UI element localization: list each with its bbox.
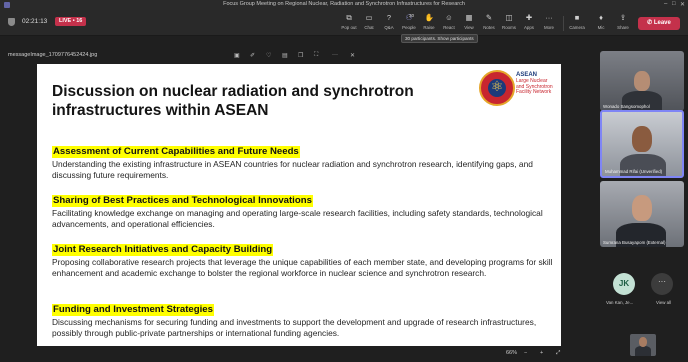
participant-tile-speaking[interactable]: Muhammad Rifai (Unverified) <box>600 110 684 178</box>
section-funding: Funding and Investment Strategies Discus… <box>52 299 557 339</box>
section-body: Facilitating knowledge exchange on manag… <box>52 208 543 230</box>
share-button[interactable]: ⇪ Share <box>612 14 634 34</box>
section-heading: Assessment of Current Capabilities and F… <box>52 146 300 158</box>
pen-icon[interactable]: ✐ <box>250 52 255 59</box>
apps-icon: ✚ <box>525 13 533 22</box>
camera-button[interactable]: ■ Camera <box>566 14 588 34</box>
rooms-icon: ◫ <box>505 13 513 22</box>
raise-hand-icon: ✋ <box>424 13 434 22</box>
minimize-icon[interactable]: – <box>664 1 667 7</box>
window-title: Focus Group Meeting on Regional Nuclear,… <box>223 1 465 7</box>
title-bar: Focus Group Meeting on Regional Nuclear,… <box>0 0 688 10</box>
meeting-control-bar: 02:21:13 LIVE • 16 ⧉ Pop out ▭ Chat ? Q&A ⚇… <box>0 10 688 36</box>
slide-title: Discussion on nuclear radiation and sync… <box>52 83 414 119</box>
qa-icon: ? <box>386 13 392 22</box>
close-icon[interactable]: ✕ <box>680 1 685 8</box>
participant-name: Sumrana Busayapom (External) <box>603 240 666 245</box>
camera-icon: ■ <box>574 13 580 22</box>
chat-icon: ▭ <box>365 13 373 22</box>
mic-icon: ♦ <box>599 13 603 22</box>
react-icon: ☺ <box>445 13 453 22</box>
avatar[interactable]: JK <box>613 273 635 295</box>
screenshot-icon[interactable]: ▣ <box>234 52 240 59</box>
phone-icon: ✆ <box>647 20 653 26</box>
section-capabilities: Assessment of Current Capabilities and F… <box>52 141 557 181</box>
share-header: messageImage_1709776452424.jpg ▣ ✐ ♡ ▤ ❐… <box>0 50 596 62</box>
rooms-button[interactable]: ◫ Rooms <box>498 14 520 34</box>
notes-button[interactable]: ✎ Notes <box>478 14 500 34</box>
more-options-icon[interactable]: ··· <box>332 52 338 58</box>
chat-button[interactable]: ▭ Chat <box>358 14 380 34</box>
section-best-practices: Sharing of Best Practices and Technologi… <box>52 190 557 230</box>
pop-out-icon: ⧉ <box>346 13 352 22</box>
shared-content-stage: messageImage_1709776452424.jpg ▣ ✐ ♡ ▤ ❐… <box>0 45 596 362</box>
live-badge: LIVE • 16 <box>55 17 87 26</box>
view-all-button[interactable]: ··· <box>651 273 673 295</box>
more-icon: ··· <box>545 13 553 22</box>
section-body: Understanding the existing infrastructur… <box>52 159 533 181</box>
participant-name: Muhammad Rifai (Unverified) <box>605 169 663 174</box>
raise-hand-button[interactable]: ✋ Raise <box>418 14 440 34</box>
shield-icon <box>8 18 15 26</box>
toolbar-divider <box>563 16 564 31</box>
pop-out-button[interactable]: ⧉ Pop out <box>338 14 360 34</box>
avatar-name: Van Kan, Je... <box>606 300 634 305</box>
leave-button[interactable]: ✆ Leave <box>638 17 680 30</box>
heart-icon[interactable]: ♡ <box>266 52 271 59</box>
shared-filename: messageImage_1709776452424.jpg <box>8 52 98 58</box>
more-button[interactable]: ··· More <box>538 14 560 34</box>
participant-panel: Wonado Sangsomophol Muhammad Rifai (Unve… <box>598 45 688 362</box>
section-body: Proposing collaborative research project… <box>52 257 553 279</box>
more-icon: ··· <box>658 277 666 286</box>
atom-icon: ⚛ <box>490 78 504 94</box>
maximize-icon[interactable]: □ <box>672 1 676 7</box>
view-icon: ▦ <box>465 13 473 22</box>
people-button[interactable]: ⚇ 30 People <box>398 13 420 34</box>
presentation-slide: Discussion on nuclear radiation and sync… <box>37 64 561 346</box>
share-icon: ⇪ <box>619 13 627 22</box>
participant-tile[interactable]: Sumrana Busayapom (External) <box>600 181 684 247</box>
view-all-label: View all <box>656 300 672 305</box>
section-body: Discussing mechanisms for securing fundi… <box>52 317 537 339</box>
section-heading: Joint Research Initiatives and Capacity … <box>52 244 274 256</box>
zoom-out-icon[interactable]: − <box>524 350 527 356</box>
participant-name: Wonado Sangsomophol <box>603 104 650 109</box>
zoom-level: 66% <box>506 350 518 356</box>
logo-subtitle: Large Nuclear and Synchrotron Facility N… <box>516 78 553 95</box>
fullscreen-icon[interactable]: ⛶ <box>314 52 318 59</box>
self-view-video[interactable] <box>630 334 656 356</box>
notes-icon: ✎ <box>485 13 493 22</box>
view-button[interactable]: ▦ View <box>458 14 480 34</box>
teams-meeting-window: Focus Group Meeting on Regional Nuclear,… <box>0 0 688 362</box>
zoom-controls: 66% − + ⤢ <box>500 350 596 360</box>
section-heading: Sharing of Best Practices and Technologi… <box>52 195 313 207</box>
save-icon[interactable]: ▤ <box>282 52 288 59</box>
meeting-timer: 02:21:13 <box>22 18 48 25</box>
close-share-icon[interactable]: ✕ <box>350 52 355 59</box>
section-heading: Funding and Investment Strategies <box>52 304 214 316</box>
apps-button[interactable]: ✚ Apps <box>518 14 540 34</box>
copy-icon[interactable]: ❐ <box>298 52 303 59</box>
fit-icon[interactable]: ⤢ <box>556 350 560 357</box>
qa-button[interactable]: ? Q&A <box>378 14 400 34</box>
participants-tooltip: 30 participants. Show participants <box>401 34 478 43</box>
mic-button[interactable]: ♦ Mic <box>590 14 612 34</box>
section-joint-research: Joint Research Initiatives and Capacity … <box>52 239 557 279</box>
asean-network-logo: ⚛ ASEAN Large Nuclear and Synchrotron Fa… <box>479 68 555 110</box>
react-button[interactable]: ☺ React <box>438 14 460 34</box>
participant-tile[interactable]: Wonado Sangsomophol <box>600 51 684 111</box>
zoom-in-icon[interactable]: + <box>540 350 543 356</box>
